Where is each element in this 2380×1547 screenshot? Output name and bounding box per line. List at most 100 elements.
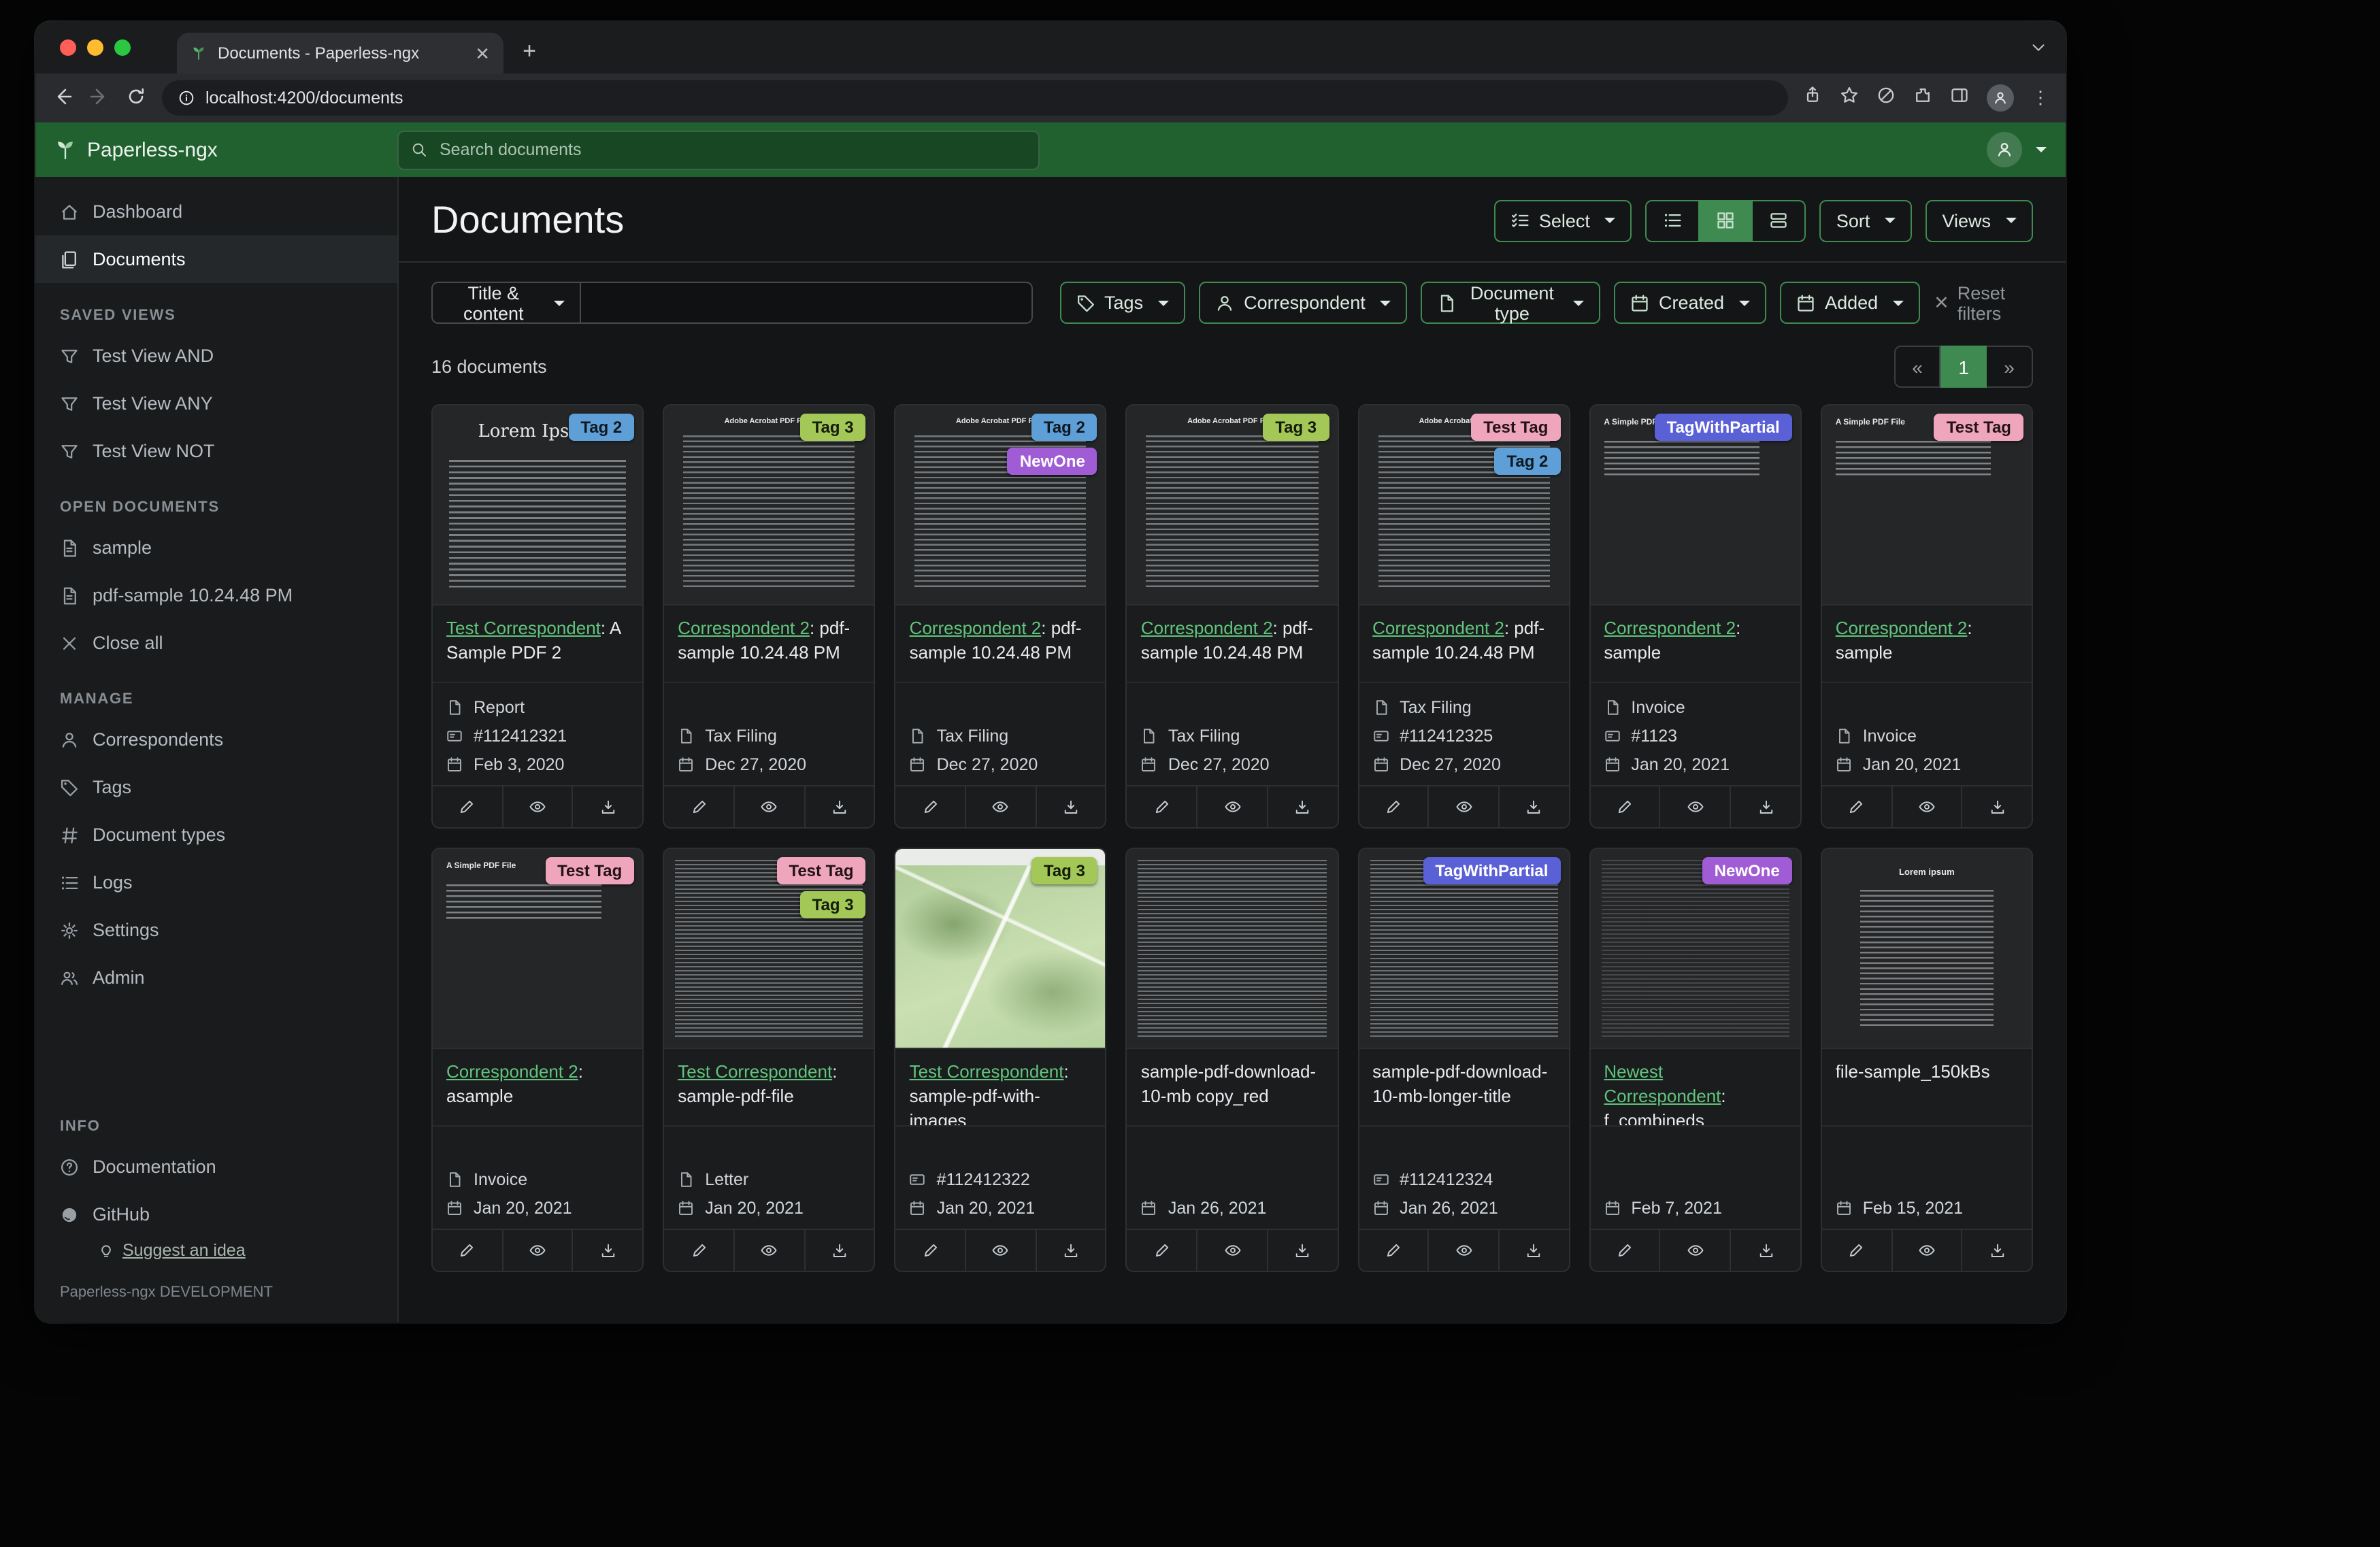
tag-badge[interactable]: Tag 2 — [1494, 448, 1561, 475]
download-button[interactable] — [1730, 1230, 1800, 1271]
preview-button[interactable] — [1891, 786, 1961, 827]
download-button[interactable] — [1961, 786, 2032, 827]
field-date[interactable]: Feb 15, 2021 — [1836, 1199, 2018, 1218]
download-button[interactable] — [1730, 786, 1800, 827]
extensions-puzzle-icon[interactable] — [1913, 85, 1932, 111]
document-thumbnail[interactable]: Lorem ipsum — [1821, 849, 2032, 1049]
field-date[interactable]: Jan 26, 2021 — [1372, 1199, 1555, 1218]
document-thumbnail[interactable]: Adobe Acrobat PDF Files Tag 3 — [1127, 405, 1338, 605]
document-correspondent-link[interactable]: Newest Correspondent — [1604, 1061, 1721, 1106]
document-thumbnail[interactable] — [1127, 849, 1338, 1049]
browser-profile-avatar[interactable] — [1987, 84, 2014, 112]
tag-badge[interactable]: Test Tag — [1934, 414, 2023, 441]
sidebar-item-close-all[interactable]: Close all — [35, 619, 397, 667]
filter-added-button[interactable]: Added — [1780, 282, 1921, 324]
download-button[interactable] — [1961, 1230, 2032, 1271]
document-correspondent-link[interactable]: Test Correspondent — [678, 1061, 832, 1082]
preview-button[interactable] — [1891, 1230, 1961, 1271]
document-correspondent-link[interactable]: Correspondent 2 — [1141, 618, 1273, 638]
sidebar-item-saved-view-not[interactable]: Test View NOT — [35, 427, 397, 475]
sidebar-item-correspondents[interactable]: Correspondents — [35, 716, 397, 763]
field-doctype[interactable]: Tax Filing — [678, 727, 860, 746]
document-correspondent-link[interactable]: Test Correspondent — [910, 1061, 1064, 1082]
field-doctype[interactable]: Invoice — [1836, 727, 2018, 746]
edit-button[interactable] — [1359, 786, 1427, 827]
field-doctype[interactable]: Report — [446, 698, 629, 717]
field-date[interactable]: Jan 20, 2021 — [446, 1199, 629, 1218]
document-correspondent-link[interactable]: Correspondent 2 — [678, 618, 810, 638]
document-thumbnail[interactable]: A Simple PDF File Test Tag — [1821, 405, 2032, 605]
document-thumbnail[interactable]: Adobe Acrobat PDF Files Test Tag Tag 2 — [1359, 405, 1569, 605]
document-correspondent-link[interactable]: Correspondent 2 — [1604, 618, 1736, 638]
browser-tab[interactable]: Documents - Paperless-ngx ✕ — [177, 33, 503, 73]
field-date[interactable]: Jan 20, 2021 — [1604, 755, 1786, 774]
sidebar-item-logs[interactable]: Logs — [35, 859, 397, 906]
field-doctype[interactable]: Tax Filing — [1141, 727, 1323, 746]
page-info-icon[interactable] — [178, 90, 195, 106]
field-doctype[interactable]: Invoice — [446, 1170, 629, 1189]
select-button[interactable]: Select — [1493, 199, 1632, 242]
preview-button[interactable] — [965, 786, 1035, 827]
preview-button[interactable] — [1659, 1230, 1730, 1271]
document-correspondent-link[interactable]: Correspondent 2 — [1372, 618, 1504, 638]
download-button[interactable] — [1035, 1230, 1105, 1271]
tab-search-chevron-icon[interactable] — [2030, 38, 2047, 63]
edit-button[interactable] — [433, 786, 501, 827]
download-button[interactable] — [804, 786, 874, 827]
document-thumbnail[interactable]: A Simple PDF File Test Tag — [433, 849, 643, 1049]
sidebar-item-tags[interactable]: Tags — [35, 763, 397, 811]
minimize-window-button[interactable] — [87, 39, 103, 56]
preview-button[interactable] — [1427, 1230, 1498, 1271]
sidebar-item-saved-view-any[interactable]: Test View ANY — [35, 380, 397, 427]
field-date[interactable]: Jan 26, 2021 — [1141, 1199, 1323, 1218]
edit-button[interactable] — [664, 786, 733, 827]
reload-button[interactable] — [125, 85, 147, 111]
filter-document-type-button[interactable]: Document type — [1421, 282, 1600, 324]
sidebar-item-admin[interactable]: Admin — [35, 954, 397, 1001]
sidebar-item-documents[interactable]: Documents — [35, 235, 397, 283]
search-input[interactable] — [437, 139, 1026, 161]
title-content-input[interactable] — [581, 282, 1033, 324]
preview-button[interactable] — [1196, 1230, 1266, 1271]
edit-button[interactable] — [896, 786, 965, 827]
tag-badge[interactable]: Test Tag — [1471, 414, 1561, 441]
view-detail-button[interactable] — [1753, 199, 1806, 242]
edit-button[interactable] — [896, 1230, 965, 1271]
forward-button[interactable] — [88, 85, 110, 111]
preview-button[interactable] — [1196, 786, 1266, 827]
app-brand[interactable]: Paperless-ngx — [54, 138, 397, 161]
side-panel-icon[interactable] — [1950, 85, 1969, 111]
preview-button[interactable] — [733, 786, 804, 827]
tag-badge[interactable]: Tag 2 — [568, 414, 635, 441]
new-tab-button[interactable]: + — [512, 34, 547, 69]
sidebar-item-github[interactable]: GitHub — [35, 1191, 397, 1238]
sidebar-item-documentation[interactable]: Documentation — [35, 1143, 397, 1191]
field-date[interactable]: Dec 27, 2020 — [678, 755, 860, 774]
close-window-button[interactable] — [60, 39, 76, 56]
sidebar-item-settings[interactable]: Settings — [35, 906, 397, 954]
field-date[interactable]: Jan 20, 2021 — [1836, 755, 2018, 774]
field-doctype[interactable]: Tax Filing — [1372, 698, 1555, 717]
document-correspondent-link[interactable]: Correspondent 2 — [446, 1061, 578, 1082]
field-date[interactable]: Dec 27, 2020 — [910, 755, 1092, 774]
edit-button[interactable] — [1590, 1230, 1659, 1271]
global-search[interactable] — [397, 130, 1040, 169]
bookmark-star-icon[interactable] — [1840, 85, 1859, 111]
sidebar-item-open-doc-sample[interactable]: sample — [35, 524, 397, 571]
document-thumbnail[interactable]: Adobe Acrobat PDF Files Tag 3 — [664, 405, 874, 605]
sidebar-item-saved-view-and[interactable]: Test View AND — [35, 332, 397, 380]
document-thumbnail[interactable]: NewOne — [1590, 849, 1800, 1049]
filter-correspondent-button[interactable]: Correspondent — [1199, 282, 1408, 324]
edit-button[interactable] — [1822, 786, 1891, 827]
sidebar-item-document-types[interactable]: Document types — [35, 811, 397, 859]
zoom-window-button[interactable] — [114, 39, 131, 56]
views-button[interactable]: Views — [1926, 199, 2033, 242]
back-button[interactable] — [52, 85, 73, 111]
edit-button[interactable] — [1127, 1230, 1196, 1271]
download-button[interactable] — [1498, 786, 1568, 827]
edit-button[interactable] — [1590, 786, 1659, 827]
download-button[interactable] — [1266, 1230, 1337, 1271]
tag-badge[interactable]: TagWithPartial — [1654, 414, 1792, 441]
tag-badge[interactable]: Tag 3 — [1031, 857, 1097, 884]
tag-badge[interactable]: TagWithPartial — [1423, 857, 1561, 884]
